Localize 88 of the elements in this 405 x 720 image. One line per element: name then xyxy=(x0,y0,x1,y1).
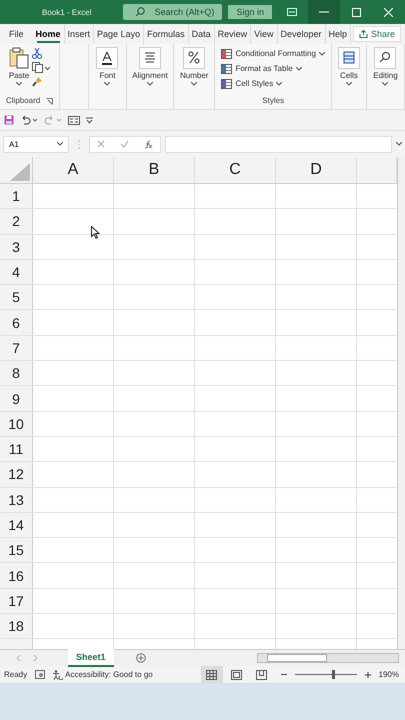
save-icon[interactable] xyxy=(4,115,14,125)
accessibility-icon[interactable] xyxy=(53,670,64,680)
caret-icon xyxy=(396,142,402,146)
mouse-pointer-icon xyxy=(91,226,100,239)
formula-field[interactable] xyxy=(165,136,392,152)
styles-menu-button[interactable]: Conditional Formatting xyxy=(221,46,325,61)
editing-button[interactable]: Editing xyxy=(373,46,398,86)
row-header[interactable]: 5 xyxy=(0,285,33,310)
add-sheet-icon[interactable] xyxy=(136,653,146,663)
table-style-icon xyxy=(221,48,232,58)
percent-icon xyxy=(187,50,202,66)
caret-icon xyxy=(16,82,22,86)
row-header[interactable]: 4 xyxy=(0,260,33,284)
accessibility-status[interactable]: Accessibility: Good to go xyxy=(65,670,153,679)
row-header[interactable]: 15 xyxy=(0,538,33,562)
column-header[interactable]: B xyxy=(114,157,195,183)
dialog-launcher-icon[interactable] xyxy=(46,98,54,105)
row-header[interactable]: 12 xyxy=(0,462,33,487)
copy-icon[interactable] xyxy=(32,62,50,73)
menu-tab[interactable]: File xyxy=(0,24,33,44)
row-header[interactable]: 16 xyxy=(0,563,33,588)
table-style-icon xyxy=(221,78,232,88)
styles-menu-button[interactable]: Format as Table xyxy=(221,61,302,76)
ribbon-display-icon[interactable] xyxy=(287,8,298,16)
letter-a-icon xyxy=(100,50,114,66)
function-icon[interactable] xyxy=(144,140,153,148)
table-style-icon xyxy=(221,64,232,74)
caret-icon xyxy=(346,82,352,86)
search-field[interactable]: Search (Alt+Q) xyxy=(122,4,222,20)
undo-icon[interactable] xyxy=(20,115,38,125)
format-painter-icon[interactable] xyxy=(32,76,44,87)
row-header[interactable]: 13 xyxy=(0,488,33,512)
row-header[interactable]: 6 xyxy=(0,310,33,335)
minimize-icon[interactable] xyxy=(319,11,330,13)
row-header[interactable]: 2 xyxy=(0,209,33,234)
column-header[interactable]: A xyxy=(33,157,114,183)
row-header[interactable]: 10 xyxy=(0,412,33,436)
caret-icon xyxy=(276,82,282,86)
spreadsheet-grid[interactable]: A B C D 1 2 3 4 5 6 7 8 9 10 11 12 13 14 15 16 17 18 xyxy=(0,157,397,649)
row-header[interactable]: 3 xyxy=(0,234,33,259)
search-icon xyxy=(134,7,145,17)
share-icon xyxy=(358,30,368,38)
row-header[interactable]: 18 xyxy=(0,614,33,638)
row-header[interactable]: 8 xyxy=(0,361,33,386)
caret-icon xyxy=(57,142,63,146)
share-button[interactable]: Share xyxy=(352,26,401,42)
cells-icon xyxy=(342,50,356,66)
styles-menu-button[interactable]: Cell Styles xyxy=(221,76,282,91)
row-header[interactable]: 11 xyxy=(0,436,33,462)
caret-icon xyxy=(104,82,110,86)
zoom-in-icon[interactable] xyxy=(364,672,371,678)
group-label: Styles xyxy=(262,96,284,107)
caret-icon xyxy=(296,66,302,70)
clipboard-icon xyxy=(9,47,30,69)
horizontal-scrollbar[interactable] xyxy=(257,653,399,663)
row-header[interactable]: 9 xyxy=(0,386,33,411)
group-label: Clipboard xyxy=(6,96,40,107)
customize-icon[interactable] xyxy=(86,116,93,124)
maximize-icon[interactable] xyxy=(352,8,362,16)
caret-icon xyxy=(382,82,388,86)
page-break-icon xyxy=(256,670,268,680)
caret-icon xyxy=(147,82,153,86)
check-icon[interactable] xyxy=(120,140,129,148)
row-header[interactable]: 17 xyxy=(0,588,33,614)
zoom-level[interactable]: 190% xyxy=(378,670,399,679)
window-title: Book1 - Excel xyxy=(42,8,92,16)
name-box[interactable]: A1 xyxy=(3,136,69,152)
sign-in-button[interactable]: Sign in xyxy=(228,5,272,19)
close-icon[interactable] xyxy=(384,8,394,16)
macro-icon[interactable] xyxy=(35,670,46,679)
alignment-button[interactable]: Alignment xyxy=(132,46,168,86)
normal-view-icon xyxy=(206,670,218,680)
column-header[interactable]: D xyxy=(276,157,357,183)
caret-icon xyxy=(191,82,198,86)
scissors-icon[interactable] xyxy=(32,48,42,59)
row-header[interactable]: 14 xyxy=(0,512,33,538)
status-text: Ready xyxy=(4,670,28,679)
paste-button[interactable]: Paste xyxy=(8,46,30,86)
number-button[interactable]: Number xyxy=(180,46,208,86)
vertical-scrollbar[interactable] xyxy=(397,157,405,649)
caret-icon xyxy=(318,52,325,56)
page-layout-icon xyxy=(231,670,242,680)
column-header[interactable]: C xyxy=(195,157,276,183)
row-header[interactable]: 7 xyxy=(0,336,33,360)
sheet-tab[interactable]: Sheet1 xyxy=(68,649,114,667)
view-button[interactable] xyxy=(200,666,223,683)
form-icon[interactable] xyxy=(68,116,80,124)
row-header[interactable]: 1 xyxy=(0,184,33,208)
